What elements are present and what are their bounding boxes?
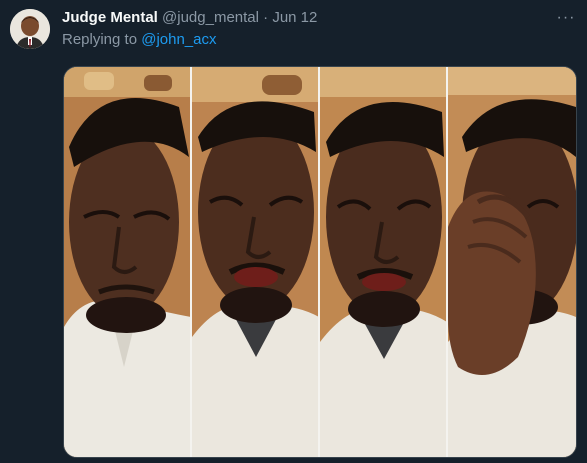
media-image-1[interactable] xyxy=(64,67,191,457)
author-name[interactable]: Judge Mental xyxy=(62,9,158,26)
media-image-2[interactable] xyxy=(192,67,319,457)
reply-handle-link[interactable]: @john_acx xyxy=(141,31,216,48)
avatar[interactable] xyxy=(10,9,50,49)
tweet-header: Judge Mental @judg_mental · Jun 12 xyxy=(62,9,317,27)
media-image-3[interactable] xyxy=(320,67,447,457)
media-image-4[interactable] xyxy=(448,67,576,457)
author-handle[interactable]: @judg_mental xyxy=(162,9,259,26)
replying-to: Replying to @john_acx xyxy=(62,31,217,49)
tweet[interactable]: Judge Mental @judg_mental · Jun 12 ··· R… xyxy=(0,0,587,463)
more-options-icon[interactable]: ··· xyxy=(554,8,578,28)
reply-prefix: Replying to xyxy=(62,31,138,48)
tweet-date[interactable]: Jun 12 xyxy=(272,9,317,26)
tweet-media[interactable] xyxy=(63,66,577,458)
separator-dot: · xyxy=(263,9,269,26)
